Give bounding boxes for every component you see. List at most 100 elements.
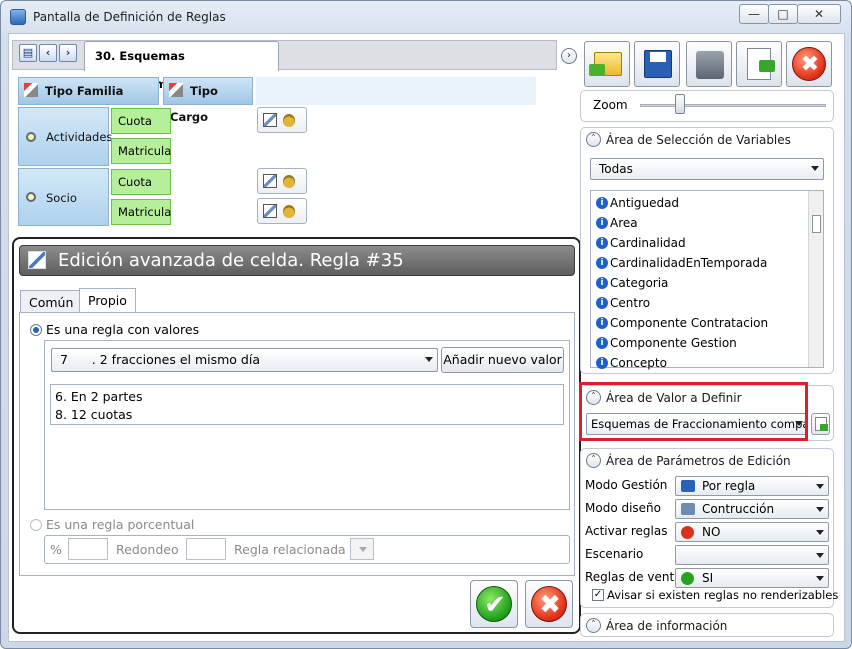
window-title: Pantalla de Definición de Reglas xyxy=(33,10,226,24)
param-select[interactable]: NO xyxy=(675,522,829,542)
green-arrow-icon xyxy=(820,424,828,431)
variable-label: CardinalidadEnTemporada xyxy=(610,256,768,270)
collapse-panel-button[interactable]: › xyxy=(561,48,577,64)
param-value: NO xyxy=(702,525,721,539)
book-icon xyxy=(681,480,695,492)
param-select[interactable]: Contrucción xyxy=(675,499,829,519)
close-window-button[interactable]: ✕ xyxy=(797,4,841,24)
save-button[interactable] xyxy=(634,41,680,87)
grid-row-label-socio[interactable]: Socio xyxy=(18,168,109,226)
maximize-button[interactable]: □ xyxy=(768,4,798,24)
list-item[interactable]: i Categoria xyxy=(596,273,668,293)
zoom-slider-track[interactable] xyxy=(640,104,826,107)
collapse-info-button[interactable]: ˄ xyxy=(586,618,601,633)
collapse-variables-button[interactable]: ˄ xyxy=(586,132,601,147)
list-item[interactable]: i Centro xyxy=(596,293,650,313)
tools-button[interactable] xyxy=(686,41,732,87)
param-select[interactable] xyxy=(675,545,829,565)
list-item[interactable]: i Componente Contratacion xyxy=(596,313,768,333)
accept-button[interactable]: ✔ xyxy=(470,580,518,628)
radio-percent-rule[interactable] xyxy=(30,519,42,531)
filter-icon xyxy=(169,83,183,97)
list-item[interactable]: i Cardinalidad xyxy=(596,233,686,253)
param-select[interactable]: SI xyxy=(675,568,829,588)
grid-header-filler xyxy=(256,77,536,105)
variables-scrollbar[interactable] xyxy=(808,191,823,367)
close-icon: ✖ xyxy=(792,47,826,81)
edit-icon xyxy=(263,113,277,127)
list-item[interactable]: i Componente Gestion xyxy=(596,333,737,353)
param-label: Activar reglas xyxy=(585,524,668,538)
list-item[interactable]: i CardinalidadEnTemporada xyxy=(596,253,767,273)
variable-label: Concepto xyxy=(610,356,667,370)
grid-cell[interactable]: Matricula xyxy=(111,199,171,225)
value-select[interactable]: 7 . 2 fracciones el mismo día xyxy=(51,348,438,372)
cancel-button[interactable]: ✖ xyxy=(525,580,573,628)
chevron-down-icon xyxy=(425,357,433,362)
variable-filter-select[interactable]: Todas xyxy=(590,158,824,180)
round-input[interactable] xyxy=(186,538,226,560)
list-item[interactable]: i Area xyxy=(596,213,638,233)
grid-cell[interactable]: Matricula xyxy=(111,138,171,164)
check-icon: ✔ xyxy=(476,586,512,622)
tools-icon xyxy=(696,51,724,79)
related-rule-select[interactable] xyxy=(350,538,374,560)
cell-edit-button[interactable] xyxy=(257,107,307,133)
param-select[interactable]: Por regla xyxy=(675,476,829,496)
warn-checkbox[interactable]: ✓ xyxy=(592,589,604,601)
percent-symbol: % xyxy=(50,542,62,557)
cell-edit-button[interactable] xyxy=(257,168,307,194)
row-label-text: Socio xyxy=(46,191,77,205)
variable-label: Centro xyxy=(610,296,651,310)
grid-cell[interactable]: Cuota xyxy=(111,169,171,195)
app-icon xyxy=(10,9,26,25)
minimize-button[interactable]: — xyxy=(739,4,769,24)
grid-row-label-actividades[interactable]: Actividades xyxy=(18,107,113,166)
info-icon: i xyxy=(596,237,608,249)
info-icon: i xyxy=(596,277,608,289)
tab-next-button[interactable]: › xyxy=(59,44,77,62)
variable-label: Cardinalidad xyxy=(610,236,686,250)
cell-edit-button[interactable] xyxy=(257,198,307,224)
save-label-strip xyxy=(650,52,666,62)
list-item[interactable]: i Concepto xyxy=(596,353,667,373)
info-icon: i xyxy=(596,337,608,349)
add-value-definition-button[interactable] xyxy=(811,413,830,435)
params-section-title: Área de Parámetros de Edición xyxy=(606,454,791,468)
money-bag-icon xyxy=(283,205,295,218)
list-item[interactable]: 6. En 2 partes xyxy=(55,388,563,406)
title-bar: Pantalla de Definición de Reglas — □ ✕ xyxy=(0,0,850,32)
param-label: Modo diseño xyxy=(585,501,662,515)
add-value-button[interactable]: Añadir nuevo valor xyxy=(441,347,564,373)
tab-list-button[interactable]: ▤ xyxy=(19,44,37,62)
search-icon xyxy=(26,132,36,142)
value-select-text: 7 . 2 fracciones el mismo día xyxy=(60,352,260,367)
filter-icon xyxy=(24,83,38,97)
open-button[interactable] xyxy=(584,41,630,87)
info-icon: i xyxy=(596,257,608,269)
row-label-text: Actividades xyxy=(46,130,113,144)
tab-propio[interactable]: Propio xyxy=(79,288,136,314)
radio-percent-label: Es una regla porcentual xyxy=(46,517,195,532)
variables-section-title: Área de Selección de Variables xyxy=(606,133,791,147)
exit-button[interactable]: ✖ xyxy=(786,41,832,87)
variable-label: Area xyxy=(610,216,638,230)
edit-icon xyxy=(28,251,46,269)
values-list[interactable]: 6. En 2 partes 8. 12 cuotas xyxy=(50,384,564,425)
scrollbar-thumb[interactable] xyxy=(812,215,821,233)
tab-esquemas[interactable]: 30. Esquemas fraccionamiento xyxy=(84,41,279,91)
list-item[interactable]: 8. 12 cuotas xyxy=(55,406,563,424)
variable-label: Componente Contratacion xyxy=(610,316,769,330)
radio-values-rule[interactable] xyxy=(30,324,42,336)
tab-prev-button[interactable]: ‹ xyxy=(39,44,57,62)
grid-header-tipo-familia[interactable]: Tipo Familia Servicio xyxy=(18,77,159,124)
tab-comun[interactable]: Común xyxy=(20,290,83,313)
grid-cell[interactable]: Cuota xyxy=(111,108,171,134)
zoom-slider-thumb[interactable] xyxy=(675,94,686,114)
list-item[interactable]: i Antiguedad xyxy=(596,193,679,213)
param-value: Contrucción xyxy=(702,502,775,516)
export-button[interactable] xyxy=(736,41,782,87)
percent-input[interactable] xyxy=(68,538,108,560)
param-value: Por regla xyxy=(702,479,756,493)
collapse-params-button[interactable]: ˄ xyxy=(586,453,601,468)
